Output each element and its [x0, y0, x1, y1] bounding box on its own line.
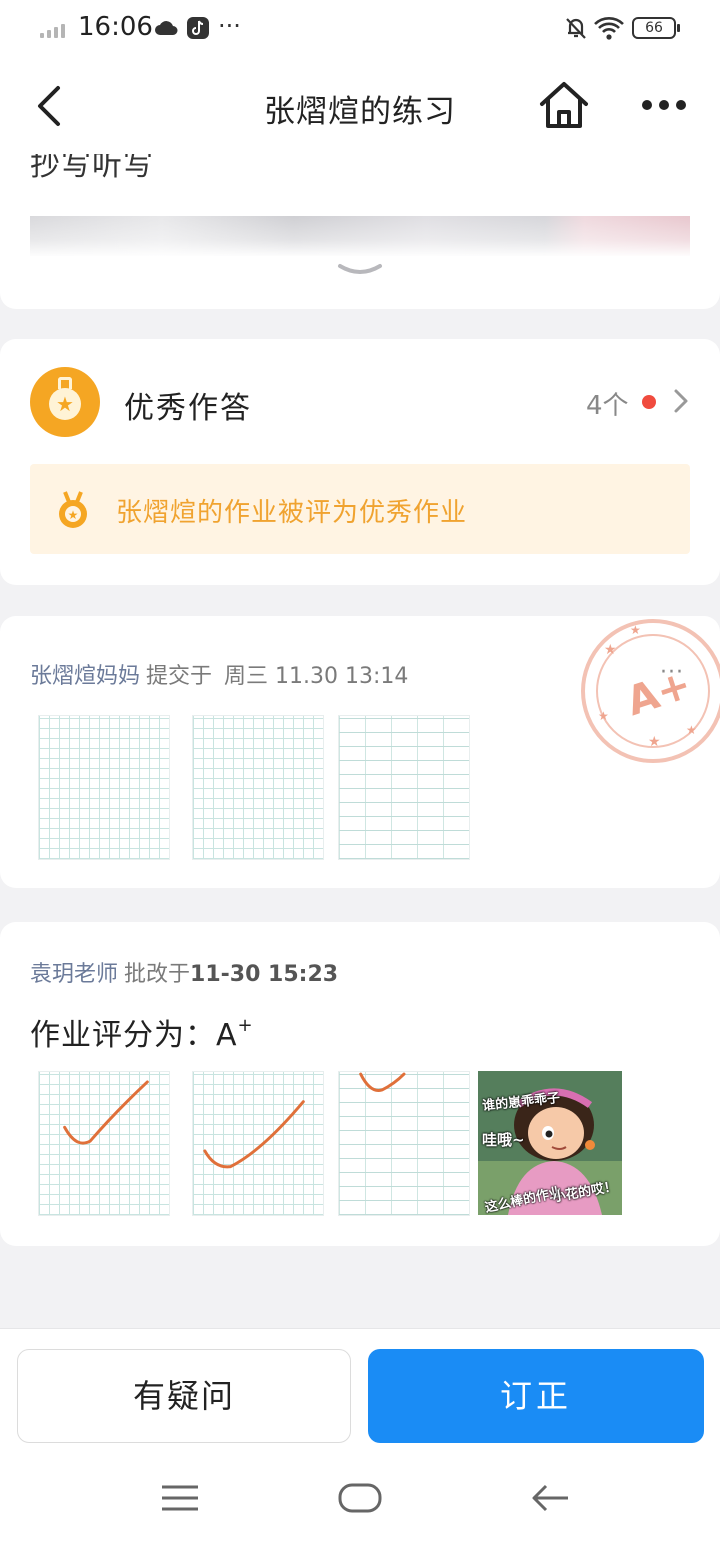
svg-text:★: ★ — [598, 709, 609, 723]
cloud-icon — [155, 21, 178, 35]
tiktok-icon — [187, 17, 209, 39]
system-home-icon[interactable] — [338, 1483, 382, 1513]
stamp-grade: A+ — [621, 661, 697, 725]
encouragement-sticker[interactable]: 谁的崽乖乖子 哇哦~ 这么棒的作业 小花的哎！ — [478, 1071, 622, 1215]
more-status-icon: ··· — [218, 12, 241, 40]
submission-image-1[interactable] — [38, 715, 170, 860]
excellent-title: 优秀作答 — [124, 391, 252, 426]
correct-button[interactable]: 订正 — [368, 1349, 704, 1443]
grade-stamp: A+ ★ ★ ★ ★ ★ — [581, 619, 720, 763]
page-title: 张熠煊的练习 — [264, 94, 456, 130]
mute-bell-icon — [566, 18, 586, 39]
submission-card: 张熠煊妈妈 提交于 周三 11.30 13:14 A+ ★ ★ ★ ★ ★ ··· — [0, 616, 720, 888]
submitter-name: 张熠煊妈妈 — [30, 664, 141, 689]
teacher-name: 袁玥老师 — [30, 962, 119, 987]
check-mark — [359, 1072, 406, 1092]
status-bar: 16:06 ··· 66 — [0, 0, 720, 58]
card-more-icon[interactable]: ··· — [660, 660, 684, 685]
svg-text:★: ★ — [604, 642, 617, 658]
grade-action: 批改于 — [124, 962, 191, 987]
wifi-icon — [594, 17, 624, 40]
check-mark — [203, 1100, 305, 1169]
home-icon[interactable] — [536, 78, 592, 132]
signal-icon — [40, 24, 70, 38]
more-menu-icon[interactable] — [638, 98, 690, 112]
graded-image-1[interactable] — [38, 1071, 170, 1216]
submit-time: 周三 11.30 13:14 — [224, 664, 409, 689]
score-text: 作业评分为：A+ — [30, 1010, 254, 1054]
assignment-title: 抄写听写 — [30, 154, 154, 183]
unread-dot — [642, 395, 656, 409]
svg-text:★: ★ — [648, 734, 661, 750]
question-button[interactable]: 有疑问 — [17, 1349, 351, 1443]
score-label: 作业评分为： — [30, 1018, 216, 1053]
score-grade: A — [216, 1018, 238, 1053]
graded-image-3[interactable] — [338, 1071, 470, 1216]
submission-info: 张熠煊妈妈 提交于 周三 11.30 13:14 — [30, 658, 408, 690]
svg-text:★: ★ — [686, 723, 697, 737]
assignment-card: 抄写听写 — [0, 154, 720, 309]
svg-text:★: ★ — [68, 508, 79, 522]
medal-icon: ★ — [30, 367, 100, 437]
excellent-notice: ★ 张熠煊的作业被评为优秀作业 — [30, 464, 690, 554]
chevron-right-icon[interactable] — [672, 387, 690, 415]
excellent-count[interactable]: 4个 — [586, 385, 629, 422]
nav-bar: 张熠煊的练习 — [0, 58, 720, 154]
score-plus: + — [237, 1015, 254, 1036]
excellent-answers-card: ★ 优秀作答 4个 ★ 张熠煊的作业被评为优秀作业 — [0, 339, 720, 585]
grading-info: 袁玥老师 批改于11-30 15:23 — [30, 956, 338, 988]
submission-image-2[interactable] — [192, 715, 324, 860]
small-medal-icon: ★ — [59, 491, 87, 528]
sticker-text-2: 哇哦~ — [482, 1131, 525, 1149]
battery-icon: 66 — [632, 17, 680, 39]
submit-action: 提交于 — [146, 664, 213, 689]
menu-icon[interactable] — [160, 1483, 200, 1513]
grade-time: 11-30 15:23 — [190, 962, 339, 987]
graded-image-2[interactable] — [192, 1071, 324, 1216]
grading-card: 袁玥老师 批改于11-30 15:23 作业评分为：A+ 谁的崽乖乖子 哇哦~ … — [0, 922, 720, 1246]
submission-image-3[interactable] — [338, 715, 470, 860]
clock: 16:06 — [78, 12, 153, 42]
notice-text: 张熠煊的作业被评为优秀作业 — [116, 498, 468, 528]
expand-chevron-icon[interactable] — [337, 262, 383, 278]
bottom-action-bar: 有疑问 订正 — [0, 1328, 720, 1544]
svg-text:★: ★ — [630, 623, 641, 637]
check-mark — [63, 1080, 149, 1145]
system-back-icon[interactable] — [530, 1483, 570, 1513]
